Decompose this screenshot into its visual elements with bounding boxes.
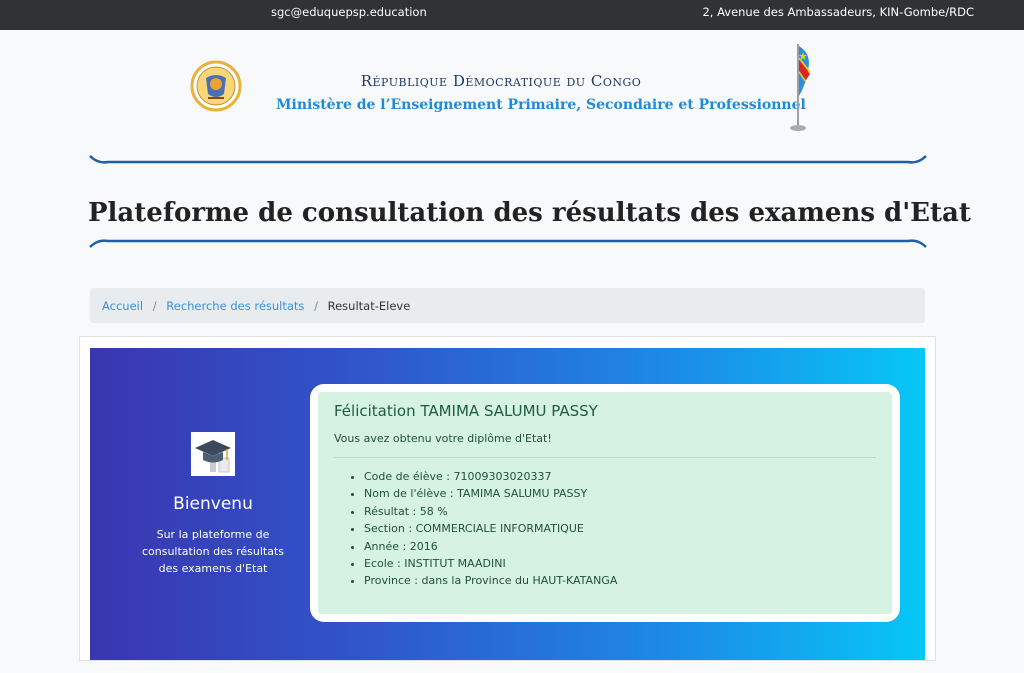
detail-year: Année : 2016 (364, 538, 876, 555)
welcome-text: Sur la plateforme de consultation des ré… (141, 528, 284, 575)
ministry-name: Ministère de l’Enseignement Primaire, Se… (276, 97, 806, 113)
contact-address: 2, Avenue des Ambassadeurs, KIN-Gombe/RD… (702, 5, 974, 19)
country-name: République Démocratique du Congo (360, 72, 642, 90)
breadcrumb-separator: / (152, 299, 157, 313)
breadcrumb-search-link[interactable]: Recherche des résultats (166, 299, 304, 313)
graduation-cap-icon (191, 432, 235, 476)
detail-province: Province : dans la Province du HAUT-KATA… (364, 572, 876, 589)
divider-ornament-top (89, 155, 927, 164)
student-details-list: Code de élève : 71009303020337 Nom de l'… (364, 468, 876, 590)
drc-flag-icon (790, 44, 811, 131)
detail-school: Ecole : INSTITUT MAADINI (364, 555, 876, 572)
top-bar: sgc@eduquepsp.education 2, Avenue des Am… (0, 0, 1024, 30)
diploma-message: Vous avez obtenu votre diplôme d'Etat! (334, 432, 552, 445)
page-title: Plateforme de consultation des résultats… (88, 198, 971, 228)
detail-student-name: Nom de l'élève : TAMIMA SALUMU PASSY (364, 485, 876, 502)
success-alert: Félicitation TAMIMA SALUMU PASSY Vous av… (318, 392, 892, 614)
detail-section: Section : COMMERCIALE INFORMATIQUE (364, 520, 876, 537)
detail-student-code: Code de élève : 71009303020337 (364, 468, 876, 485)
breadcrumb: Accueil / Recherche des résultats / Resu… (90, 288, 925, 323)
coat-of-arms-icon (190, 60, 242, 112)
welcome-title: Bienvenu (173, 494, 253, 514)
breadcrumb-home-link[interactable]: Accueil (102, 299, 143, 313)
welcome-panel: Bienvenu Sur la plateforme de consultati… (140, 432, 286, 577)
divider-ornament-bottom (89, 239, 927, 248)
result-card: Félicitation TAMIMA SALUMU PASSY Vous av… (310, 384, 900, 622)
breadcrumb-separator: / (314, 299, 318, 313)
alert-divider (334, 457, 876, 458)
congratulation-heading: Félicitation TAMIMA SALUMU PASSY (334, 402, 598, 420)
detail-result: Résultat : 58 % (364, 503, 876, 520)
breadcrumb-current: Resultat-Eleve (327, 299, 411, 313)
contact-email[interactable]: sgc@eduquepsp.education (271, 5, 427, 19)
